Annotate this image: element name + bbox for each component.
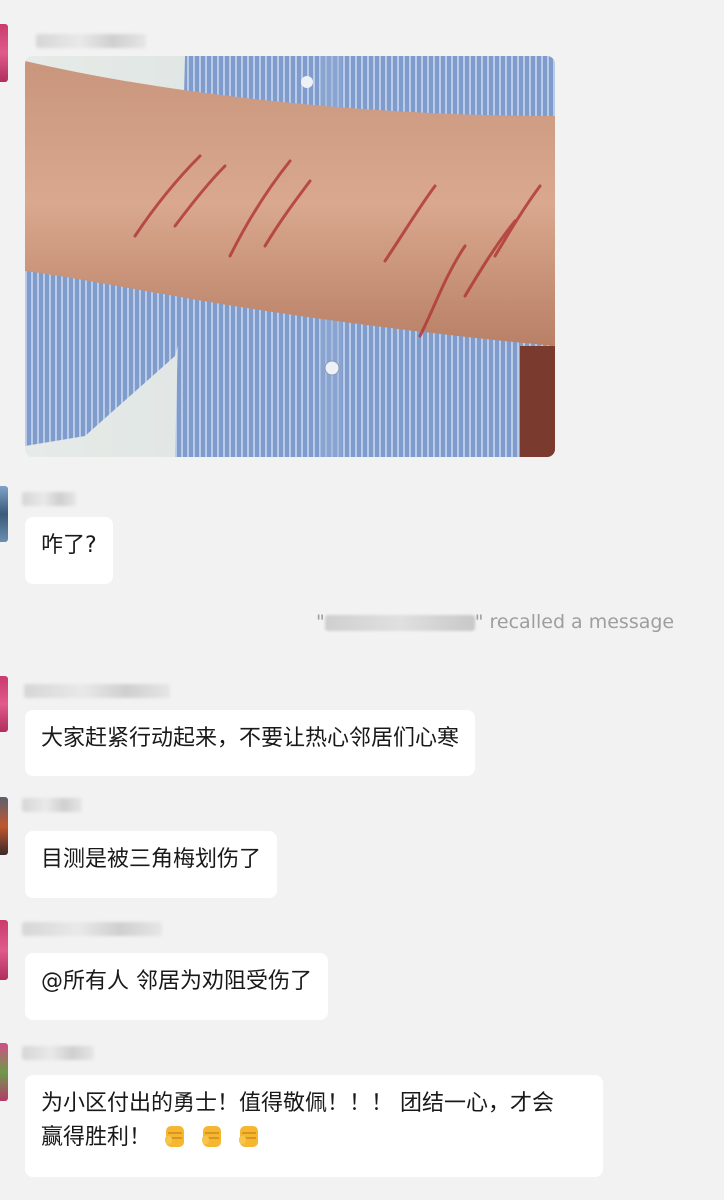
message-text: 目测是被三角梅划伤了 xyxy=(41,847,262,872)
avatar[interactable] xyxy=(0,797,8,855)
avatar[interactable] xyxy=(0,1043,8,1101)
recalled-sender-name-redacted xyxy=(324,614,475,631)
recall-notice: " " recalled a message xyxy=(316,611,675,633)
avatar[interactable] xyxy=(0,486,8,542)
sender-name-redacted xyxy=(24,684,170,698)
message-text-line: 为小区付出的勇士！值得敬佩！！！ 团结一心，才会 xyxy=(41,1091,554,1116)
avatar[interactable] xyxy=(0,676,8,732)
message-bubble[interactable]: 为小区付出的勇士！值得敬佩！！！ 团结一心，才会 赢得胜利！ xyxy=(25,1075,603,1177)
sender-name-redacted xyxy=(36,34,146,48)
raised-fist-emoji xyxy=(165,1126,185,1147)
sender-name-redacted xyxy=(22,1046,94,1060)
message-bubble[interactable]: 目测是被三角梅划伤了 xyxy=(25,831,278,898)
image-message[interactable] xyxy=(25,56,555,457)
avatar[interactable] xyxy=(0,920,8,980)
raised-fist-emoji xyxy=(239,1126,259,1147)
sender-name-redacted xyxy=(22,798,82,812)
message-text: 咋了? xyxy=(41,533,97,558)
message-bubble[interactable]: 咋了? xyxy=(25,517,113,584)
avatar[interactable] xyxy=(0,24,8,82)
raised-fist-emoji xyxy=(202,1126,222,1147)
sender-name-redacted xyxy=(22,922,162,936)
message-text-line: 赢得胜利！ xyxy=(41,1125,152,1150)
sender-name-redacted xyxy=(22,492,76,506)
message-text: 大家赶紧行动起来，不要让热心邻居们心寒 xyxy=(41,726,460,751)
message-bubble[interactable]: 大家赶紧行动起来，不要让热心邻居们心寒 xyxy=(25,710,476,776)
message-bubble[interactable]: @所有人 邻居为劝阻受伤了 xyxy=(25,953,328,1020)
arm-scratches-photo xyxy=(25,56,555,457)
message-text: @所有人 邻居为劝阻受伤了 xyxy=(41,969,312,994)
